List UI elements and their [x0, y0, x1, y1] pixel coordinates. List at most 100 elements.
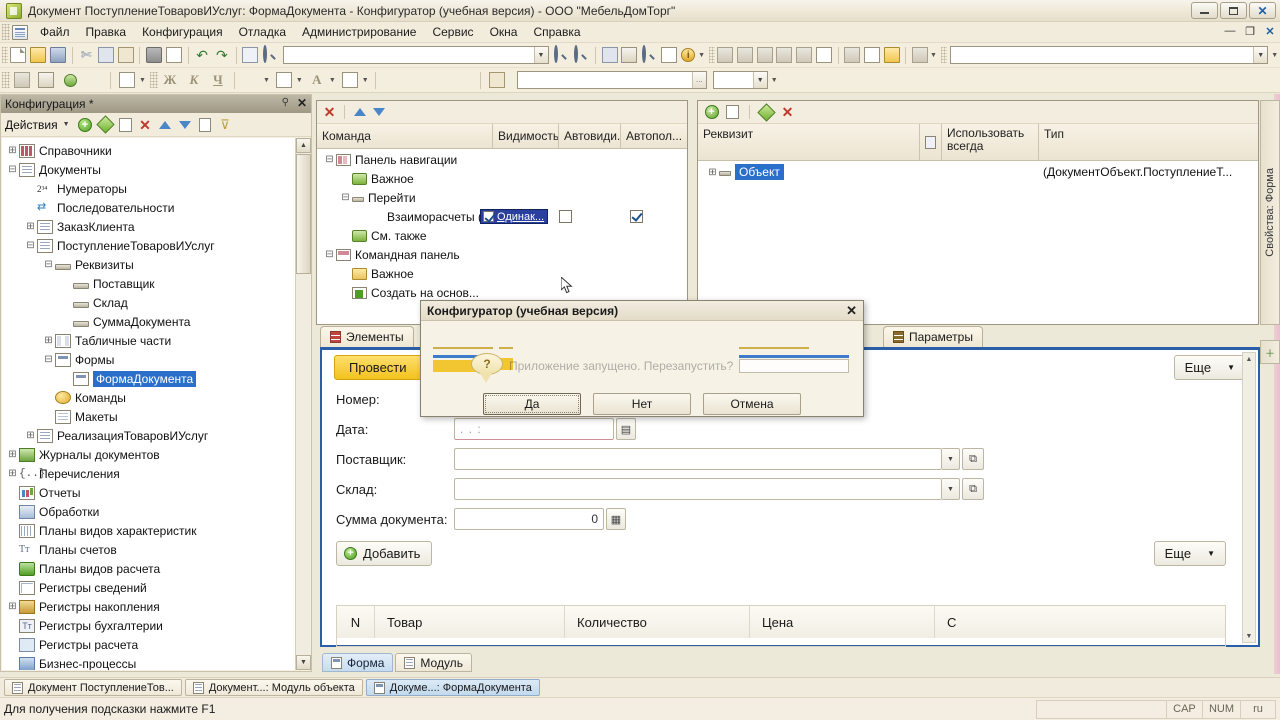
menu-item-windows[interactable]: Окна	[482, 23, 526, 41]
font-toolbar-grip[interactable]	[149, 72, 158, 88]
tree-item[interactable]: СуммаДокумента	[2, 312, 298, 331]
new-document-icon[interactable]	[9, 44, 27, 66]
properties-dock-tab[interactable]: Свойства: Форма	[1260, 100, 1280, 325]
expander-icon[interactable]: ⊞	[6, 601, 19, 612]
expander-icon[interactable]: ⊟	[339, 192, 352, 203]
command-row[interactable]: ⊟ Перейти	[317, 188, 687, 207]
tree-item[interactable]: ⊞ {..} Перечисления	[2, 464, 298, 483]
tab-parameters[interactable]: Параметры	[883, 326, 983, 347]
tree-item[interactable]: Регистры сведений	[2, 578, 298, 597]
attribute-name[interactable]: Объект	[735, 164, 784, 180]
add-row-button[interactable]: + Добавить	[336, 540, 433, 566]
expander-icon[interactable]: ⊟	[323, 249, 336, 260]
column-header-price[interactable]: Цена	[750, 606, 935, 638]
menu-item-file[interactable]: Файл	[32, 23, 78, 41]
autofill-checkbox[interactable]	[630, 210, 643, 223]
edit-icon[interactable]	[95, 115, 115, 134]
pin-icon[interactable]: ⚲	[282, 97, 289, 108]
tree-item[interactable]: Команды	[2, 388, 298, 407]
expander-icon[interactable]: ⊞	[6, 449, 19, 460]
maximize-button[interactable]	[1220, 2, 1247, 19]
paste-icon[interactable]	[117, 44, 135, 66]
expander-icon[interactable]: ⊞	[706, 167, 719, 178]
print-icon[interactable]	[145, 44, 163, 66]
format-toolbar-grip[interactable]	[2, 72, 10, 88]
search-input[interactable]: ▼	[282, 46, 549, 64]
tree-item[interactable]: Обработки	[2, 502, 298, 521]
date-input[interactable]: . . :	[454, 418, 614, 440]
add-dock-icon[interactable]: ＋	[1260, 340, 1280, 364]
duplicate-icon[interactable]	[601, 44, 619, 66]
search-icon[interactable]	[261, 44, 279, 66]
add-attribute-icon[interactable]: +	[703, 104, 720, 121]
breakpoint-icon[interactable]	[795, 44, 813, 66]
scroll-down-icon[interactable]: ▼	[1243, 630, 1255, 642]
expander-icon[interactable]: ⊟	[6, 164, 19, 175]
column-header-icon[interactable]	[920, 124, 942, 160]
command-row[interactable]: Важное	[317, 169, 687, 188]
tab-elements[interactable]: Элементы	[320, 326, 414, 347]
supplier-select-icon[interactable]: ⧉	[962, 448, 984, 470]
menu-grip[interactable]	[2, 24, 10, 40]
sum-input[interactable]: 0	[454, 508, 604, 530]
continue-icon[interactable]	[815, 44, 833, 66]
warehouse-select-icon[interactable]: ⧉	[962, 478, 984, 500]
column-header-visibility[interactable]: Видимость	[493, 124, 559, 148]
tree-item[interactable]: Поставщик	[2, 274, 298, 293]
calculator-icon[interactable]: ▦	[606, 508, 626, 530]
command-row[interactable]: ⊟ Командная панель	[317, 245, 687, 264]
table-icon[interactable]	[11, 69, 33, 91]
expander-icon[interactable]: ⊞	[42, 335, 55, 346]
table-row[interactable]: ⊞ Объект (ДокументОбъект.ПоступлениеТ...	[698, 162, 1258, 182]
expander-icon[interactable]: ⊞	[6, 468, 19, 479]
scroll-thumb[interactable]	[296, 154, 311, 274]
expander-icon[interactable]: ⊟	[42, 259, 55, 270]
menu-item-help[interactable]: Справка	[525, 23, 588, 41]
calendar-icon[interactable]: ▤	[616, 418, 636, 440]
delete-icon[interactable]	[486, 69, 508, 91]
font-color-caret-icon[interactable]: ▼	[329, 77, 336, 84]
edit-icon[interactable]	[757, 102, 776, 122]
watch-icon[interactable]	[863, 44, 881, 66]
move-down-icon[interactable]	[177, 116, 194, 133]
expander-icon[interactable]: ⊞	[24, 221, 37, 232]
warehouse-dropdown-icon[interactable]: ▼	[942, 478, 960, 500]
supplier-dropdown-icon[interactable]: ▼	[942, 448, 960, 470]
column-header-type[interactable]: Тип	[1039, 124, 1258, 160]
expander-icon[interactable]: ⊟	[42, 354, 55, 365]
tree-item[interactable]: ⊟ Формы	[2, 350, 298, 369]
tree-item[interactable]: Тт Регистры бухгалтерии	[2, 616, 298, 635]
filter-icon[interactable]: ⊽	[217, 116, 234, 133]
highlight-caret-icon[interactable]: ▼	[362, 77, 369, 84]
save-icon[interactable]	[49, 44, 67, 66]
stop-debug-icon[interactable]	[911, 44, 929, 66]
tree-item[interactable]: ⊞ Регистры накопления	[2, 597, 298, 616]
overflow-caret-icon[interactable]: ▼	[698, 52, 705, 59]
step-over-icon[interactable]	[736, 44, 754, 66]
align-center-icon[interactable]	[405, 69, 427, 91]
menu-item-service[interactable]: Сервис	[424, 23, 481, 41]
layers-caret-icon[interactable]: ▼	[139, 77, 146, 84]
dialog-close-icon[interactable]: ✕	[846, 303, 857, 319]
format-overflow-caret-icon[interactable]: ▼	[771, 77, 778, 84]
borders-icon[interactable]	[240, 69, 262, 91]
global-search-icon[interactable]	[640, 44, 658, 66]
add-table-icon[interactable]	[724, 104, 741, 121]
size-input[interactable]: ▼	[712, 71, 768, 89]
info-icon[interactable]: i	[679, 44, 697, 66]
close-button[interactable]: ✕	[1249, 2, 1276, 19]
step-out-icon[interactable]	[756, 44, 774, 66]
highlight-icon[interactable]	[339, 69, 361, 91]
column-header-sum[interactable]: С	[935, 606, 1225, 638]
redo-icon[interactable]: ↷	[213, 44, 231, 66]
tab-form[interactable]: Форма	[322, 653, 394, 672]
configuration-tree[interactable]: ⊞ Справочники ⊟ Документы 2³⁴ Нумераторы ⇄ Посл…	[2, 138, 298, 670]
function-list-icon[interactable]	[660, 44, 678, 66]
column-header-command[interactable]: Команда	[317, 124, 493, 148]
more-button-table[interactable]: Еще ▼	[1153, 540, 1226, 566]
autovisibility-checkbox[interactable]	[559, 210, 572, 223]
column-header-attribute[interactable]: Реквизит	[698, 124, 920, 160]
column-header-autovisibility[interactable]: Автовиди...	[559, 124, 621, 148]
tree-item[interactable]: Регистры расчета	[2, 635, 298, 654]
add-icon[interactable]: +	[77, 116, 94, 133]
